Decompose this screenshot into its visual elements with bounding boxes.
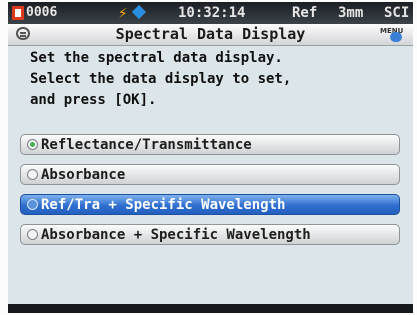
memo-icon — [12, 6, 24, 20]
option-absorbance-specific-wavelength[interactable]: Absorbance + Specific Wavelength — [20, 224, 400, 245]
bottom-bar — [8, 304, 413, 313]
option-label: Ref/Tra + Specific Wavelength — [41, 197, 286, 213]
radio-button[interactable] — [27, 169, 38, 180]
clock-time: 10:32:14 — [178, 5, 246, 21]
specular-mode: SCI — [384, 5, 410, 21]
bluetooth-diamond-icon — [131, 4, 147, 20]
option-ref-tra-specific-wavelength[interactable]: Ref/Tra + Specific Wavelength — [20, 194, 400, 215]
battery-bolt-icon: ⚡ — [118, 3, 128, 22]
option-reflectance-transmittance[interactable]: Reflectance/Transmittance — [20, 134, 400, 155]
radio-button[interactable] — [27, 229, 38, 240]
status-bar: 0006 ⚡ 10:32:14 Ref 3mm SCI — [8, 2, 413, 24]
radio-button[interactable] — [27, 199, 38, 210]
device-screen: 0006 ⚡ 10:32:14 Ref 3mm SCI Spectral Dat… — [8, 2, 413, 313]
aperture-size: 3mm — [338, 5, 364, 21]
option-label: Reflectance/Transmittance — [41, 137, 252, 153]
instructions: Set the spectral data display. Select th… — [30, 48, 410, 111]
measurement-mode: Ref — [292, 5, 318, 21]
option-label: Absorbance + Specific Wavelength — [41, 227, 311, 243]
page-title: Spectral Data Display — [115, 25, 306, 43]
instruction-line-3: and press [OK]. — [30, 92, 157, 108]
option-label: Absorbance — [41, 167, 126, 183]
instruction-line-1: Set the spectral data display. — [30, 50, 283, 66]
menu-icon[interactable]: MENU — [380, 27, 410, 43]
radio-button-checked[interactable] — [27, 139, 38, 150]
instruction-line-2: Select the data display to set, — [30, 71, 292, 87]
title-bar: Spectral Data Display MENU — [8, 24, 413, 46]
menu-button-circle — [390, 32, 402, 42]
option-absorbance[interactable]: Absorbance — [20, 164, 400, 185]
sample-id: 0006 — [26, 5, 58, 20]
